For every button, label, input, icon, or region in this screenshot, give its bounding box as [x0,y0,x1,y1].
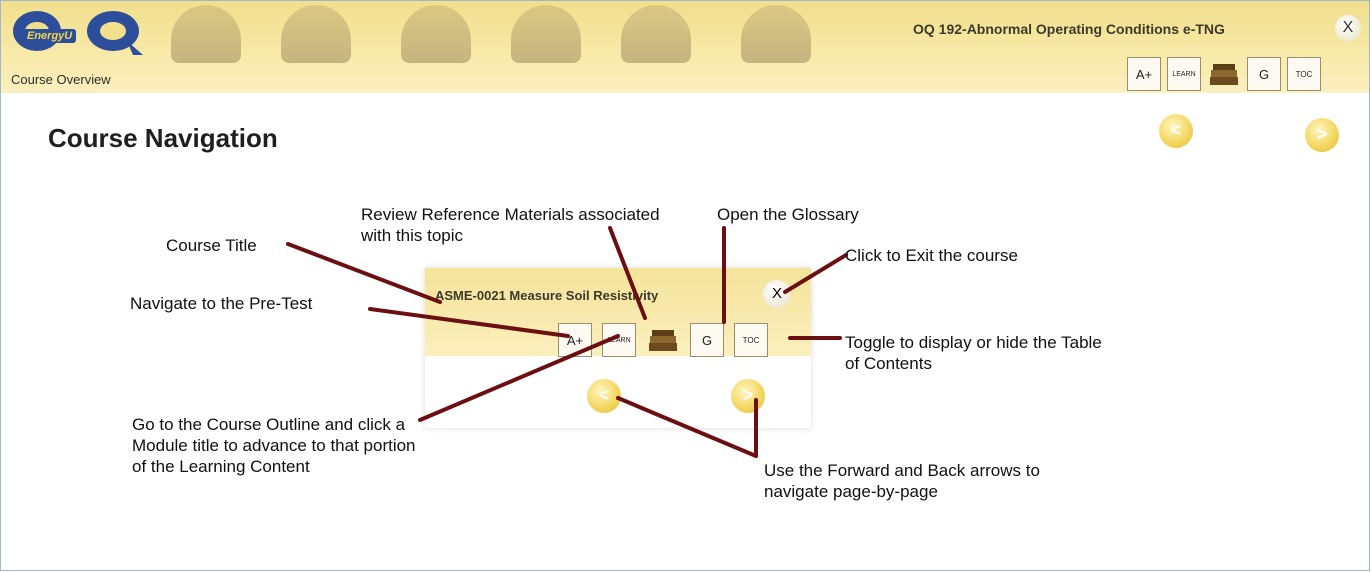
toc-callout: Toggle to display or hide the Table of C… [845,333,1102,373]
callout-lines [286,226,848,458]
pretest-callout: Navigate to the Pre-Test [130,294,313,313]
exit-callout: Click to Exit the course [845,246,1018,265]
course-title-callout: Course Title [166,236,257,255]
outline-callout: Go to the Course Outline and click a Mod… [132,415,416,476]
glossary-callout: Open the Glossary [717,205,859,224]
review-materials-callout: Review Reference Materials associated wi… [361,205,660,245]
arrows-callout: Use the Forward and Back arrows to navig… [764,461,1040,501]
